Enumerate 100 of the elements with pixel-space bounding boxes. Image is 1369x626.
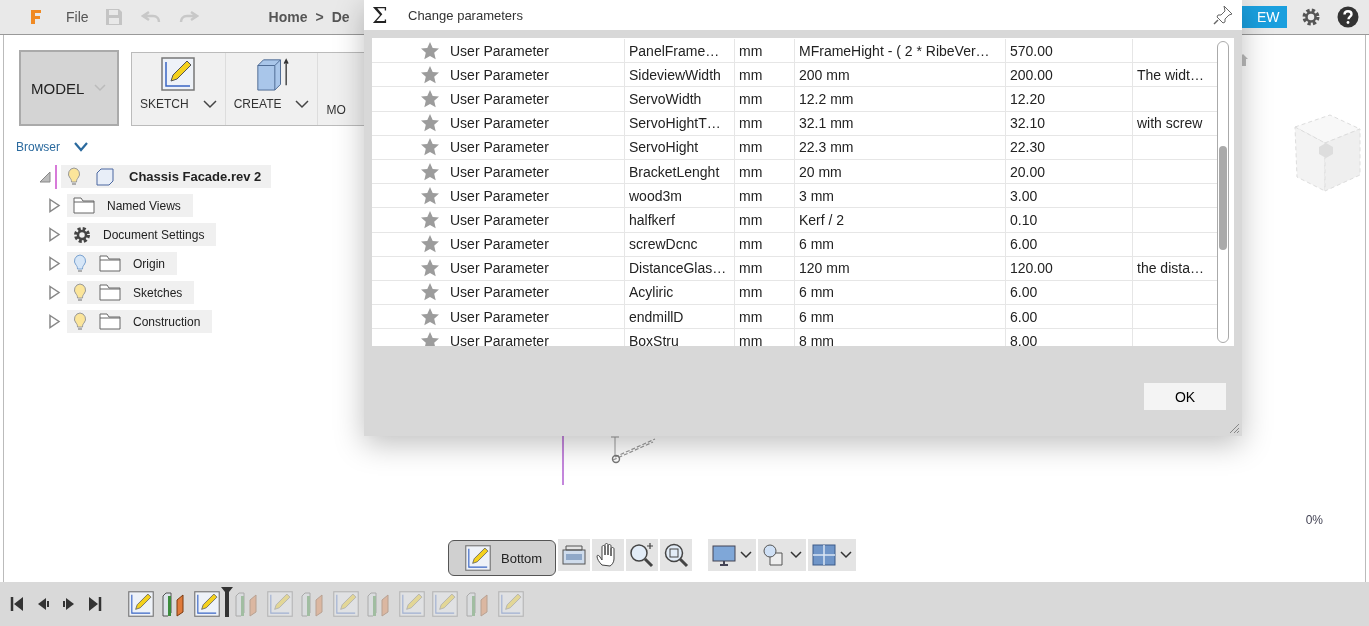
visual-style-button[interactable] (758, 539, 806, 571)
caret-icon (94, 84, 107, 92)
table-cell: wood3m (625, 184, 735, 208)
expand-triangle-icon[interactable] (48, 227, 61, 242)
lightbulb-icon[interactable] (67, 166, 81, 187)
tree-item[interactable]: Document Settings (67, 223, 217, 246)
table-cell: User Parameter (446, 63, 625, 87)
display-settings-button[interactable] (708, 539, 756, 571)
resize-grip-icon[interactable] (1228, 422, 1240, 434)
star-icon[interactable] (420, 282, 440, 303)
save-icon[interactable] (104, 8, 123, 26)
lightbulb-icon[interactable] (73, 282, 87, 303)
pin-icon[interactable] (1212, 4, 1234, 26)
table-cell: User Parameter (446, 256, 625, 280)
star-icon[interactable] (420, 40, 440, 61)
table-cell: mm (735, 232, 795, 256)
toolbar-menu-button[interactable]: MO (326, 103, 346, 117)
star-icon[interactable] (420, 113, 440, 134)
table-cell: 6 mm (795, 305, 1006, 329)
table-cell: User Parameter (446, 208, 625, 232)
table-cell: Acyliric (625, 280, 735, 305)
breadcrumb-separator: > (315, 9, 324, 25)
folder-icon (73, 197, 95, 214)
sketch-icon[interactable] (161, 57, 196, 91)
star-icon[interactable] (420, 306, 440, 327)
table-cell: 120.00 (1006, 256, 1133, 280)
timeline-sketch-icon[interactable] (128, 591, 154, 617)
component-icon (95, 166, 115, 187)
expand-triangle-icon[interactable] (48, 198, 61, 213)
workspace-dropdown[interactable]: MODEL (19, 50, 119, 126)
skip-to-end-icon[interactable] (88, 596, 102, 612)
redo-icon[interactable] (178, 10, 199, 24)
lightbulb-icon[interactable] (73, 311, 87, 332)
table-cell: BoxStru (625, 329, 735, 346)
ok-button[interactable]: OK (1144, 383, 1226, 410)
star-icon[interactable] (420, 64, 440, 85)
help-icon[interactable] (1337, 6, 1359, 28)
settings-icon[interactable] (1301, 7, 1321, 27)
zoom-window-icon[interactable] (660, 539, 692, 571)
dialog-glyph: Σ (372, 2, 389, 28)
table-cell: mm (735, 159, 795, 184)
grid-icon (812, 543, 836, 567)
zoom-in-icon[interactable] (626, 539, 658, 571)
star-icon[interactable] (420, 258, 440, 279)
table-cell: 6.00 (1006, 280, 1133, 305)
star-icon[interactable] (420, 185, 440, 206)
table-cell-text: with screw (1136, 114, 1204, 134)
lightbulb-icon[interactable] (73, 253, 87, 274)
toolbar-menu-button[interactable]: CREATE (233, 97, 310, 111)
table-cell: screwDcnc (625, 232, 735, 256)
undo-icon[interactable] (140, 10, 161, 24)
expand-triangle-icon[interactable] (48, 256, 61, 271)
file-menu[interactable]: File (66, 9, 89, 25)
step-back-icon[interactable] (36, 596, 50, 612)
app-logo[interactable] (30, 9, 42, 25)
play-icon[interactable] (62, 596, 76, 612)
table-cell: User Parameter (446, 135, 625, 159)
table-cell: 570.00 (1006, 39, 1133, 63)
breadcrumb-item[interactable]: Home (268, 9, 308, 25)
table-cell: 6 mm (795, 232, 1006, 256)
timeline-extrude-icon[interactable] (161, 591, 187, 617)
star-icon[interactable] (420, 137, 440, 158)
table-cell: User Parameter (446, 329, 625, 346)
folder-icon (99, 313, 121, 330)
star-icon[interactable] (420, 88, 440, 109)
toolbar-menu-button[interactable]: SKETCH (140, 97, 217, 111)
dialog-title: Change parameters (408, 7, 523, 23)
tree-item[interactable]: Origin (67, 252, 177, 275)
table-cell-text: the dista… (1136, 259, 1205, 279)
star-icon[interactable] (420, 234, 440, 255)
star-icon[interactable] (420, 330, 440, 346)
star-icon[interactable] (420, 209, 440, 230)
pan-hand-icon[interactable] (592, 539, 624, 571)
caret-icon (295, 99, 310, 109)
tooltip: Bottom (448, 540, 556, 576)
star-icon[interactable] (420, 161, 440, 182)
table-cell: 32.10 (1006, 111, 1133, 135)
expand-triangle-icon[interactable] (48, 285, 61, 300)
skip-to-start-icon[interactable] (10, 596, 24, 612)
chevron-down-icon[interactable] (74, 142, 88, 152)
timeline-marker[interactable] (221, 587, 233, 617)
caret-icon (202, 99, 217, 109)
breadcrumb-item[interactable]: De (331, 9, 350, 25)
expand-triangle-icon[interactable] (48, 314, 61, 329)
table-cell: 22.30 (1006, 135, 1133, 159)
table-cell: mm (735, 39, 795, 63)
table-cell: 12.20 (1006, 87, 1133, 111)
table-cell: User Parameter (446, 305, 625, 329)
timeline-sketch-icon[interactable] (194, 591, 220, 617)
table-cell: 6.00 (1006, 232, 1133, 256)
tree-item[interactable]: Sketches (67, 281, 195, 304)
collapse-triangle-icon[interactable] (38, 169, 52, 184)
table-cell: mm (735, 184, 795, 208)
tree-item[interactable]: Named Views (67, 194, 193, 217)
viewports-button[interactable] (808, 539, 856, 571)
table-cell: User Parameter (446, 280, 625, 305)
camera-icon[interactable] (558, 539, 590, 571)
tree-item[interactable]: Chassis Facade.rev 2 (61, 165, 272, 188)
progress-percent: 0% (1305, 513, 1323, 527)
tree-item[interactable]: Construction (67, 310, 213, 333)
